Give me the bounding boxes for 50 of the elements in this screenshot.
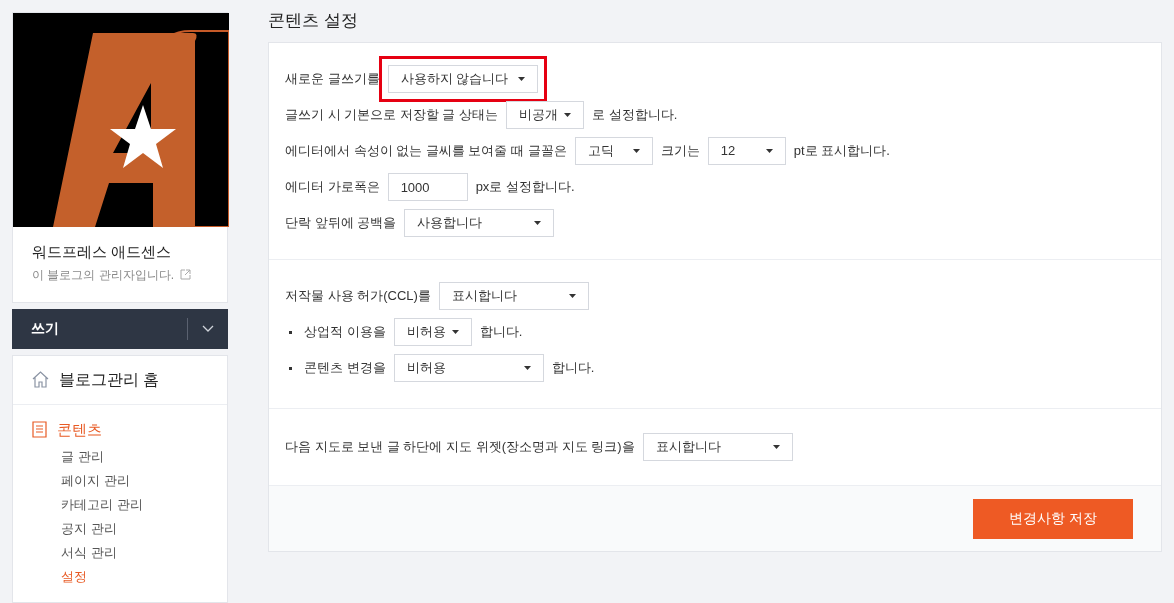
submenu-item[interactable]: 페이지 관리 xyxy=(61,469,227,494)
setting-label: 에디터 가로폭은 xyxy=(285,178,380,197)
setting-label: px로 설정합니다. xyxy=(475,178,575,197)
setting-label: 콘텐츠 변경을 xyxy=(304,359,386,378)
setting-label: 합니다. xyxy=(551,359,595,378)
setting-label: 크기는 xyxy=(660,142,700,161)
setting-label: 새로운 글쓰기를 xyxy=(285,70,380,89)
dropdown-select[interactable]: 표시합니다 xyxy=(642,433,793,461)
caret-icon xyxy=(632,149,640,153)
caret-icon xyxy=(523,366,531,370)
page-title: 콘텐츠 설정 xyxy=(268,12,359,30)
home-icon xyxy=(32,371,49,389)
setting-label: 합니다. xyxy=(479,323,523,342)
caret-icon xyxy=(568,294,576,298)
setting-label: 에디터에서 속성이 없는 글씨를 보여줄 때 글꼴은 xyxy=(285,142,567,161)
write-button[interactable]: 쓰기 xyxy=(12,308,228,349)
dropdown-select[interactable]: 사용합니다 xyxy=(404,209,555,237)
dropdown-select[interactable]: 비허용 xyxy=(393,354,544,382)
dropdown-select[interactable]: 비공개 xyxy=(506,101,585,129)
dropdown-select[interactable]: 비허용 xyxy=(393,318,472,346)
dropdown-select[interactable]: 고딕 xyxy=(574,137,653,165)
caret-icon xyxy=(517,77,525,81)
caret-icon xyxy=(772,445,780,449)
width-input-field[interactable]: 1000 xyxy=(387,173,468,201)
submenu-item[interactable]: 카테고리 관리 xyxy=(61,493,227,518)
setting-label: 다음 지도로 보낸 글 하단에 지도 위젯(장소명과 지도 링크)을 xyxy=(285,438,635,457)
setting-label: 저작물 사용 허가(CCL)를 xyxy=(285,287,431,306)
dropdown-select[interactable]: 12 xyxy=(707,137,786,165)
menu-item[interactable]: 블로그관리 홈 xyxy=(59,367,160,392)
submenu-item[interactable]: 글 관리 xyxy=(61,445,227,470)
setting-label: 단락 앞뒤에 공백을 xyxy=(285,214,397,233)
dropdown-select[interactable]: 표시합니다 xyxy=(438,282,589,310)
bullet-icon xyxy=(289,366,292,370)
caret-icon xyxy=(451,330,459,334)
document-icon xyxy=(32,421,47,439)
caret-icon xyxy=(564,113,572,117)
caret-icon xyxy=(765,149,773,153)
setting-label: 상업적 이용을 xyxy=(304,323,386,342)
dropdown-select[interactable]: 사용하지 않습니다 xyxy=(387,65,538,93)
submenu-item[interactable]: 서식 관리 xyxy=(61,541,227,566)
submenu-item[interactable]: 설정 xyxy=(61,565,227,590)
caret-icon xyxy=(534,221,542,225)
submenu-item[interactable]: 공지 관리 xyxy=(61,517,227,542)
setting-label: 로 설정합니다. xyxy=(592,106,678,125)
menu-item[interactable]: 콘텐츠 xyxy=(57,418,102,442)
setting-label: 글쓰기 시 기본으로 저장할 글 상태는 xyxy=(285,106,499,125)
bullet-icon xyxy=(289,330,292,334)
blog-role: 이 블로그의 관리자입니다. xyxy=(32,266,174,284)
blog-name: 워드프레스 애드센스 xyxy=(32,242,173,262)
setting-label: pt로 표시합니다. xyxy=(793,142,890,161)
